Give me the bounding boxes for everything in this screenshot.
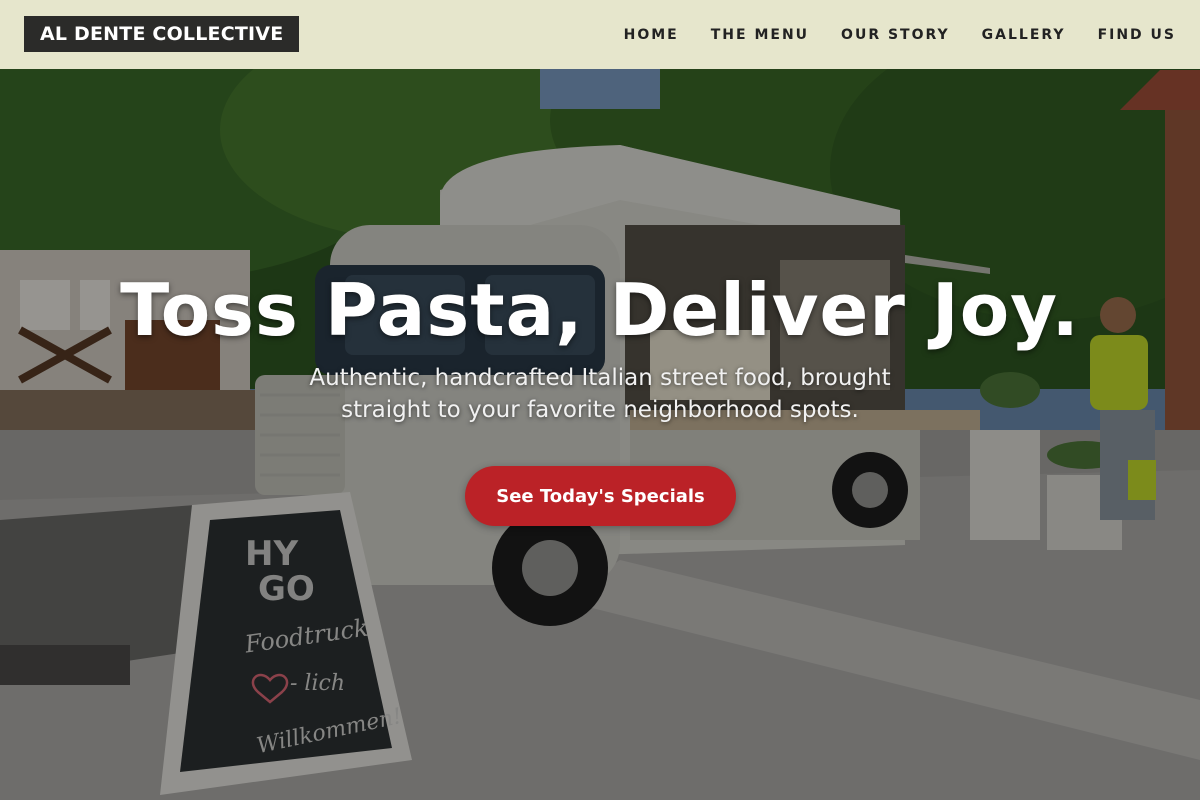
nav-home[interactable]: HOME: [624, 27, 679, 43]
hero-section: HY GO Foodtruck - lich Willkommen!: [0, 69, 1200, 800]
main-nav: HOME THE MENU OUR STORY GALLERY FIND US: [592, 0, 1176, 69]
site-header: AL DENTE COLLECTIVE HOME THE MENU OUR ST…: [0, 0, 1200, 69]
see-specials-button[interactable]: See Today's Specials: [465, 466, 736, 526]
nav-our-story[interactable]: OUR STORY: [841, 27, 950, 43]
hero-headline: Toss Pasta, Deliver Joy.: [120, 268, 1080, 352]
brand-logo[interactable]: AL DENTE COLLECTIVE: [24, 16, 300, 52]
nav-gallery[interactable]: GALLERY: [982, 27, 1066, 43]
nav-find-us[interactable]: FIND US: [1098, 27, 1176, 43]
hero-subheadline: Authentic, handcrafted Italian street fo…: [309, 365, 891, 423]
nav-menu[interactable]: THE MENU: [711, 27, 809, 43]
hero-overlay: [0, 69, 1200, 800]
